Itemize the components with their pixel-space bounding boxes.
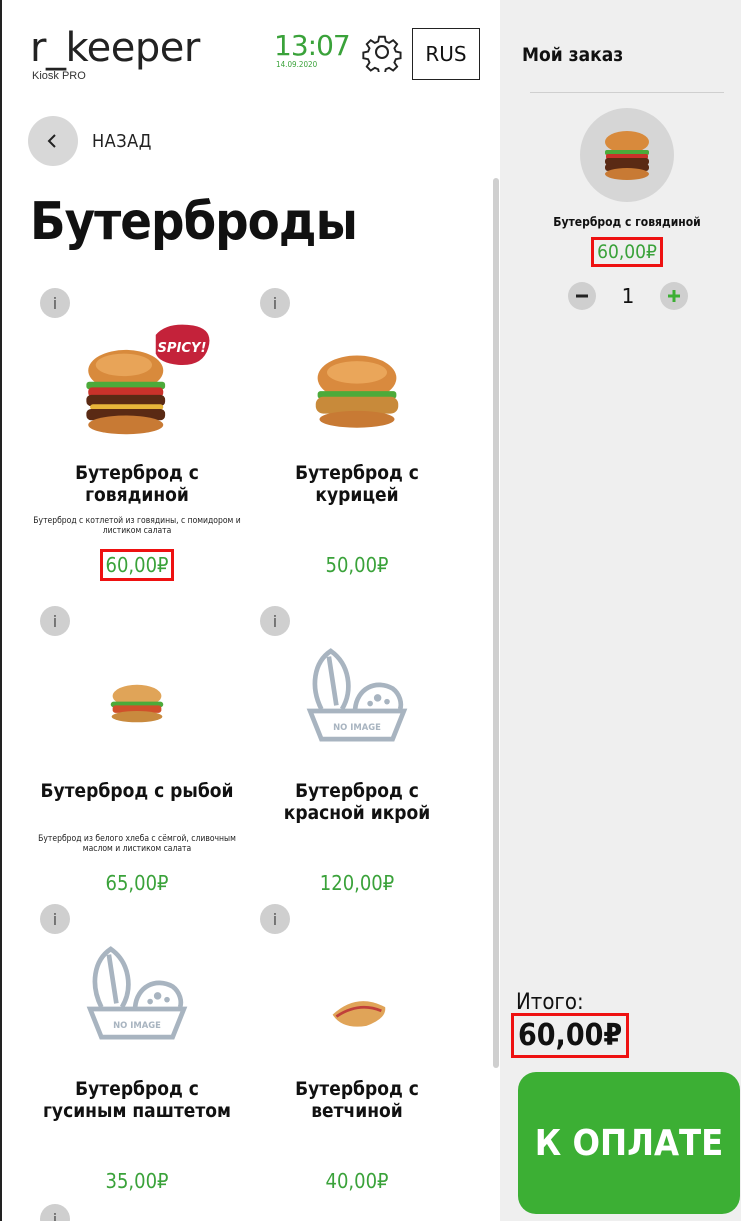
product-price: 35,00₽ — [105, 1169, 169, 1193]
quantity-stepper: 1 — [568, 282, 688, 310]
product-card-next[interactable]: i — [32, 1200, 242, 1221]
product-price: 60,00₽ — [32, 549, 242, 581]
product-name: Бутерброд с ветчиной — [295, 1078, 419, 1122]
brand-logo: r_keeper Kiosk PRO — [30, 28, 200, 82]
product-image-chicken — [282, 308, 432, 448]
svg-text:NO IMAGE: NO IMAGE — [333, 722, 381, 732]
product-card-beef[interactable]: i SPICY! Бутерброд с говядиной Бутерброд… — [32, 284, 242, 594]
product-price: 65,00₽ — [105, 871, 169, 895]
product-image-fish — [62, 626, 212, 766]
product-name: Бутерброд с курицей — [295, 462, 419, 506]
order-item-name: Бутерброд с говядиной — [553, 215, 701, 229]
gear-icon[interactable] — [362, 32, 402, 75]
back-label: НАЗАД — [92, 130, 152, 152]
product-image-ham — [282, 924, 432, 1064]
total-value: 60,00₽ — [510, 1013, 630, 1058]
product-name: Бутерброд с красной икрой — [283, 780, 431, 824]
no-image-icon: NO IMAGE — [62, 924, 212, 1064]
brand-name: r_keeper — [30, 25, 200, 71]
svg-text:NO IMAGE: NO IMAGE — [113, 1020, 161, 1030]
order-divider — [530, 92, 724, 93]
svg-text:SPICY!: SPICY! — [157, 341, 206, 356]
product-card-ham[interactable]: i Бутерброд с ветчиной 40,00₽ — [252, 900, 462, 1200]
clock: 13:07 14.09.2020 — [274, 29, 351, 70]
back-button[interactable]: НАЗАД — [28, 116, 152, 166]
product-image-beef: SPICY! — [62, 308, 212, 448]
quantity-value: 1 — [621, 284, 635, 308]
total-label: Итого: — [516, 990, 584, 1015]
page-title: Бутерброды — [30, 192, 358, 252]
product-card-fish[interactable]: i Бутерброд с рыбой Бутерброд из белого … — [32, 602, 242, 902]
scrollbar[interactable] — [493, 178, 499, 1068]
product-card-chicken[interactable]: i Бутерброд с курицей 50,00₽ — [252, 284, 462, 594]
minus-icon[interactable] — [568, 282, 596, 310]
product-price: 120,00₽ — [319, 871, 395, 895]
product-name: Бутерброд с говядиной — [75, 462, 199, 506]
product-price: 40,00₽ — [325, 1169, 389, 1193]
product-card-caviar[interactable]: i NO IMAGE Бутерброд с красной икрой 120… — [252, 602, 462, 902]
order-item-price: 60,00₽ — [500, 237, 741, 267]
clock-time: 13:07 — [274, 29, 351, 62]
plus-icon[interactable] — [659, 282, 688, 310]
product-card-pate[interactable]: i NO IMAGE Бутерброд с гусиным паштетом — [32, 900, 242, 1200]
brand-subtitle: Kiosk PRO — [32, 70, 86, 82]
order-panel: Мой заказ Бутерброд с говядиной 60,00₽ 1… — [500, 0, 741, 1221]
order-item-image — [580, 108, 674, 202]
product-price: 50,00₽ — [325, 553, 389, 577]
chevron-left-icon — [28, 116, 78, 166]
language-button[interactable]: RUS — [412, 28, 480, 80]
menu-panel: r_keeper Kiosk PRO 13:07 14.09.2020 RUS … — [0, 0, 500, 1221]
product-name: Бутерброд с рыбой — [40, 780, 234, 802]
product-description: Бутерброд из белого хлеба с сёмгой, слив… — [38, 834, 236, 854]
pay-button[interactable]: К ОПЛАТЕ — [518, 1072, 740, 1214]
order-title: Мой заказ — [522, 44, 624, 66]
product-description: Бутерброд с котлетой из говядины, с поми… — [33, 516, 241, 536]
no-image-icon: NO IMAGE — [282, 626, 432, 766]
info-icon[interactable]: i — [40, 1204, 70, 1221]
product-name: Бутерброд с гусиным паштетом — [43, 1078, 231, 1122]
